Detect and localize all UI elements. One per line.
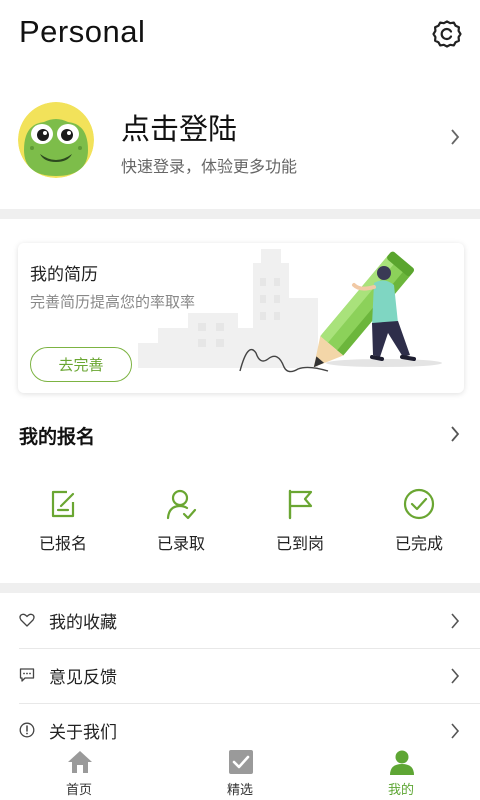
status-label: 已报名 [38, 534, 87, 553]
resume-subtitle: 完善简历提高您的率取率 [30, 293, 196, 311]
status-label: 已到岗 [275, 534, 324, 553]
bottom-tab-bar: 首页 精选 我的 [0, 746, 480, 800]
heart-icon [19, 613, 35, 627]
menu-item-feedback[interactable]: 意见反馈 [0, 649, 480, 703]
section-divider [0, 209, 480, 219]
chevron-right-icon [448, 722, 462, 740]
chevron-right-icon [448, 612, 462, 630]
status-onboarded[interactable]: 已到岗 [250, 486, 350, 558]
header: Personal [0, 0, 480, 72]
status-admitted[interactable]: 已录取 [131, 486, 231, 558]
resume-illustration [138, 249, 442, 373]
frog-avatar-icon [18, 102, 94, 178]
chevron-right-icon [448, 667, 462, 685]
edit-form-icon [51, 490, 75, 518]
settings-gear-icon [432, 20, 462, 48]
feedback-icon [19, 668, 35, 682]
menu-label: 关于我们 [49, 723, 117, 743]
menu-label: 意见反馈 [49, 668, 117, 688]
avatar[interactable] [18, 102, 94, 178]
resume-card[interactable]: 我的简历 完善简历提高您的率取率 去完善 [18, 243, 464, 393]
login-section[interactable]: 点击登陆 快速登录，体验更多功能 [0, 86, 480, 204]
login-subtitle: 快速登录，体验更多功能 [121, 157, 298, 176]
section-divider [0, 583, 480, 593]
flag-icon [288, 489, 313, 520]
tab-featured[interactable]: 精选 [190, 746, 290, 800]
tab-label: 首页 [65, 783, 92, 798]
chevron-right-icon[interactable] [448, 128, 462, 146]
status-completed[interactable]: 已完成 [369, 486, 469, 558]
page-title: Personal [19, 14, 146, 49]
check-circle-icon [403, 488, 435, 520]
registration-status-row: 已报名 已录取 已到岗 已完成 [0, 486, 480, 566]
featured-check-icon [229, 750, 253, 774]
info-icon [19, 722, 35, 738]
tab-label: 精选 [226, 783, 253, 798]
status-registered[interactable]: 已报名 [13, 486, 113, 558]
status-label: 已录取 [156, 534, 205, 553]
chevron-right-icon[interactable] [448, 425, 462, 443]
user-icon [390, 750, 414, 775]
tab-home[interactable]: 首页 [29, 746, 129, 800]
login-title[interactable]: 点击登陆 [121, 106, 237, 148]
registration-title[interactable]: 我的报名 [19, 422, 95, 449]
settings-button[interactable] [428, 16, 466, 54]
resume-title: 我的简历 [30, 265, 98, 285]
tab-mine[interactable]: 我的 [351, 746, 451, 800]
status-label: 已完成 [394, 534, 443, 553]
user-check-icon [166, 489, 197, 520]
home-icon [68, 751, 92, 773]
menu-label: 我的收藏 [49, 613, 117, 633]
tab-label: 我的 [387, 783, 414, 798]
menu-item-favorites[interactable]: 我的收藏 [0, 594, 480, 648]
complete-resume-button[interactable]: 去完善 [30, 347, 132, 382]
